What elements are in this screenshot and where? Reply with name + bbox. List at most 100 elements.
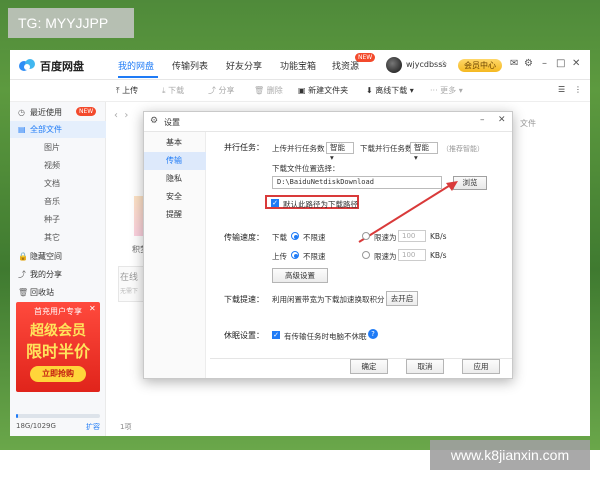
- settings-tab-reminder[interactable]: 提醒: [144, 206, 206, 224]
- sleep-label: 休眠设置：: [224, 331, 264, 340]
- settings-tab-transfer[interactable]: 传输: [144, 152, 206, 170]
- new-badge: NEW: [76, 107, 97, 116]
- minimize-icon[interactable]: –: [542, 58, 547, 69]
- upload-no-limit-label: 不限速: [303, 252, 326, 261]
- delete-button[interactable]: 🗑 删除: [254, 85, 283, 96]
- offline-download-button[interactable]: ⬇ 离线下载 ▾: [366, 85, 414, 96]
- download-path-label: 下载文件位置选择：: [272, 164, 340, 173]
- expand-storage-link[interactable]: 扩容: [86, 422, 100, 432]
- minimize-icon[interactable]: –: [480, 115, 485, 125]
- upload-parallel-label: 上传并行任务数: [272, 144, 325, 153]
- help-icon[interactable]: ?: [368, 329, 378, 339]
- promo-line1: 超级会员: [30, 323, 86, 339]
- upload-limit-radio[interactable]: [362, 251, 370, 259]
- apply-button[interactable]: 应用: [462, 359, 500, 374]
- sidebar-item-music[interactable]: 音乐: [10, 193, 106, 210]
- diamond-icon[interactable]: ◇: [440, 59, 447, 69]
- mail-icon[interactable]: ✉: [510, 58, 518, 69]
- recommend-hint: （推荐智能）: [442, 145, 484, 153]
- back-forward-nav[interactable]: ‹ ›: [114, 110, 128, 121]
- trash-icon: 🗑: [18, 288, 29, 297]
- gear-icon[interactable]: ⚙: [524, 58, 533, 69]
- accelerate-text: 利用闲置带宽为下载加速换取积分: [272, 295, 385, 304]
- sidebar-item-all-files[interactable]: ▤ 全部文件: [10, 121, 106, 138]
- upload-parallel-select[interactable]: 智能 ▾: [326, 142, 354, 162]
- watermark-top-left: TG: MYYJJPP: [8, 8, 134, 38]
- settings-tab-basic[interactable]: 基本: [144, 134, 206, 152]
- online-tip-sub: 无需下: [120, 288, 139, 295]
- upload-unit: KB/s: [430, 251, 447, 260]
- sleep-checkbox[interactable]: ✓: [272, 331, 280, 339]
- storage-usage: 18G/1029G: [16, 422, 56, 430]
- sidebar-item-my-share[interactable]: ⤴ 我的分享: [10, 266, 106, 283]
- sidebar-item-hidden-space[interactable]: 🔒 隐藏空间: [10, 248, 106, 265]
- tab-my-netdisk[interactable]: 我的网盘: [118, 59, 154, 72]
- list-view-icon[interactable]: ☰: [558, 85, 565, 94]
- tab-find-resources[interactable]: 找资源: [332, 59, 359, 72]
- tab-friend-share[interactable]: 好友分享: [226, 59, 262, 72]
- advanced-settings-button[interactable]: 高级设置: [272, 268, 328, 283]
- restore-icon[interactable]: □: [556, 58, 565, 69]
- item-count: 1项: [120, 423, 132, 431]
- download-no-limit-radio[interactable]: [291, 232, 299, 240]
- download-speed-label: 下载: [272, 233, 287, 242]
- buy-now-button[interactable]: 立即抢购: [30, 366, 86, 382]
- download-parallel-label: 下载并行任务数: [360, 144, 413, 153]
- promo-title: 首充用户专享: [34, 307, 82, 316]
- parallel-tasks-label: 并行任务：: [224, 143, 264, 152]
- sidebar-item-documents[interactable]: 文档: [10, 175, 106, 192]
- sleep-checkbox-label: 有传输任务时电脑不休眠: [284, 332, 367, 341]
- download-parallel-select[interactable]: 智能 ▾: [410, 142, 438, 162]
- tab-transfer-list[interactable]: 传输列表: [172, 59, 208, 72]
- file-icon: ▤: [18, 125, 26, 134]
- default-path-checkbox[interactable]: ✓: [271, 199, 279, 207]
- new-folder-button[interactable]: ▣ 新建文件夹: [298, 85, 348, 96]
- settings-tab-privacy[interactable]: 隐私: [144, 170, 206, 188]
- lock-icon: 🔒: [18, 252, 28, 261]
- sidebar-item-videos[interactable]: 视频: [10, 157, 106, 174]
- download-unit: KB/s: [430, 232, 447, 241]
- sidebar-item-recent[interactable]: ◷ 最近使用 NEW: [10, 104, 106, 121]
- download-button[interactable]: ⤓ 下载: [162, 85, 184, 96]
- upload-button[interactable]: ⤒ 上传: [116, 85, 138, 96]
- dialog-header: ⚙ 设置 – ✕: [144, 112, 512, 132]
- sidebar-item-other[interactable]: 其它: [10, 229, 106, 246]
- active-tab-underline: [118, 76, 158, 78]
- sidebar: ◷ 最近使用 NEW ▤ 全部文件 图片 视频 文档 音乐 种子 其它 🔒 隐藏…: [10, 102, 106, 436]
- close-icon[interactable]: ✕: [89, 304, 96, 313]
- promo-banner[interactable]: 首充用户专享 ✕ 超级会员 限时半价 立即抢购: [16, 302, 100, 392]
- default-path-label: 默认此路径为下载路径: [283, 200, 358, 209]
- close-icon[interactable]: ✕: [572, 58, 580, 69]
- share-button[interactable]: ⤴ 分享: [208, 85, 235, 96]
- sidebar-item-recycle-bin[interactable]: 🗑 回收站: [10, 284, 106, 301]
- upload-limit-input[interactable]: 100: [398, 249, 426, 261]
- download-limit-radio[interactable]: [362, 232, 370, 240]
- sidebar-item-torrents[interactable]: 种子: [10, 211, 106, 228]
- dialog-title: 设置: [164, 118, 180, 127]
- baidu-netdisk-logo-icon: [19, 59, 35, 71]
- enable-accelerate-button[interactable]: 去开启: [386, 291, 418, 306]
- trash-icon: 🗑: [254, 86, 267, 95]
- grid-view-icon[interactable]: ⋮: [574, 85, 582, 94]
- share-icon: ⤴: [18, 270, 26, 279]
- more-button[interactable]: ··· 更多 ▾: [430, 85, 463, 96]
- upload-speed-label: 上传: [272, 252, 287, 261]
- accelerate-label: 下载提速：: [224, 295, 264, 304]
- member-center-button[interactable]: 会员中心: [458, 59, 502, 72]
- settings-nav: 基本 传输 隐私 安全 提醒: [144, 132, 206, 378]
- upload-limit-label: 限速为: [374, 252, 397, 261]
- gear-icon: ⚙: [150, 116, 159, 126]
- upload-no-limit-radio[interactable]: [291, 251, 299, 259]
- tab-toolbox[interactable]: 功能宝箱: [280, 59, 316, 72]
- new-badge: NEW: [355, 53, 376, 62]
- download-limit-input[interactable]: 100: [398, 230, 426, 242]
- settings-dialog: ⚙ 设置 – ✕ 基本 传输 隐私 安全 提醒 并行任务： 上传并行任务数 智能…: [143, 111, 513, 379]
- cancel-button[interactable]: 取消: [406, 359, 444, 374]
- close-icon[interactable]: ✕: [498, 115, 506, 125]
- sidebar-item-images[interactable]: 图片: [10, 139, 106, 156]
- settings-tab-security[interactable]: 安全: [144, 188, 206, 206]
- promo-line2: 限时半价: [25, 342, 90, 361]
- share-icon: ⤴: [208, 86, 219, 95]
- avatar[interactable]: [386, 57, 402, 73]
- ok-button[interactable]: 确定: [350, 359, 388, 374]
